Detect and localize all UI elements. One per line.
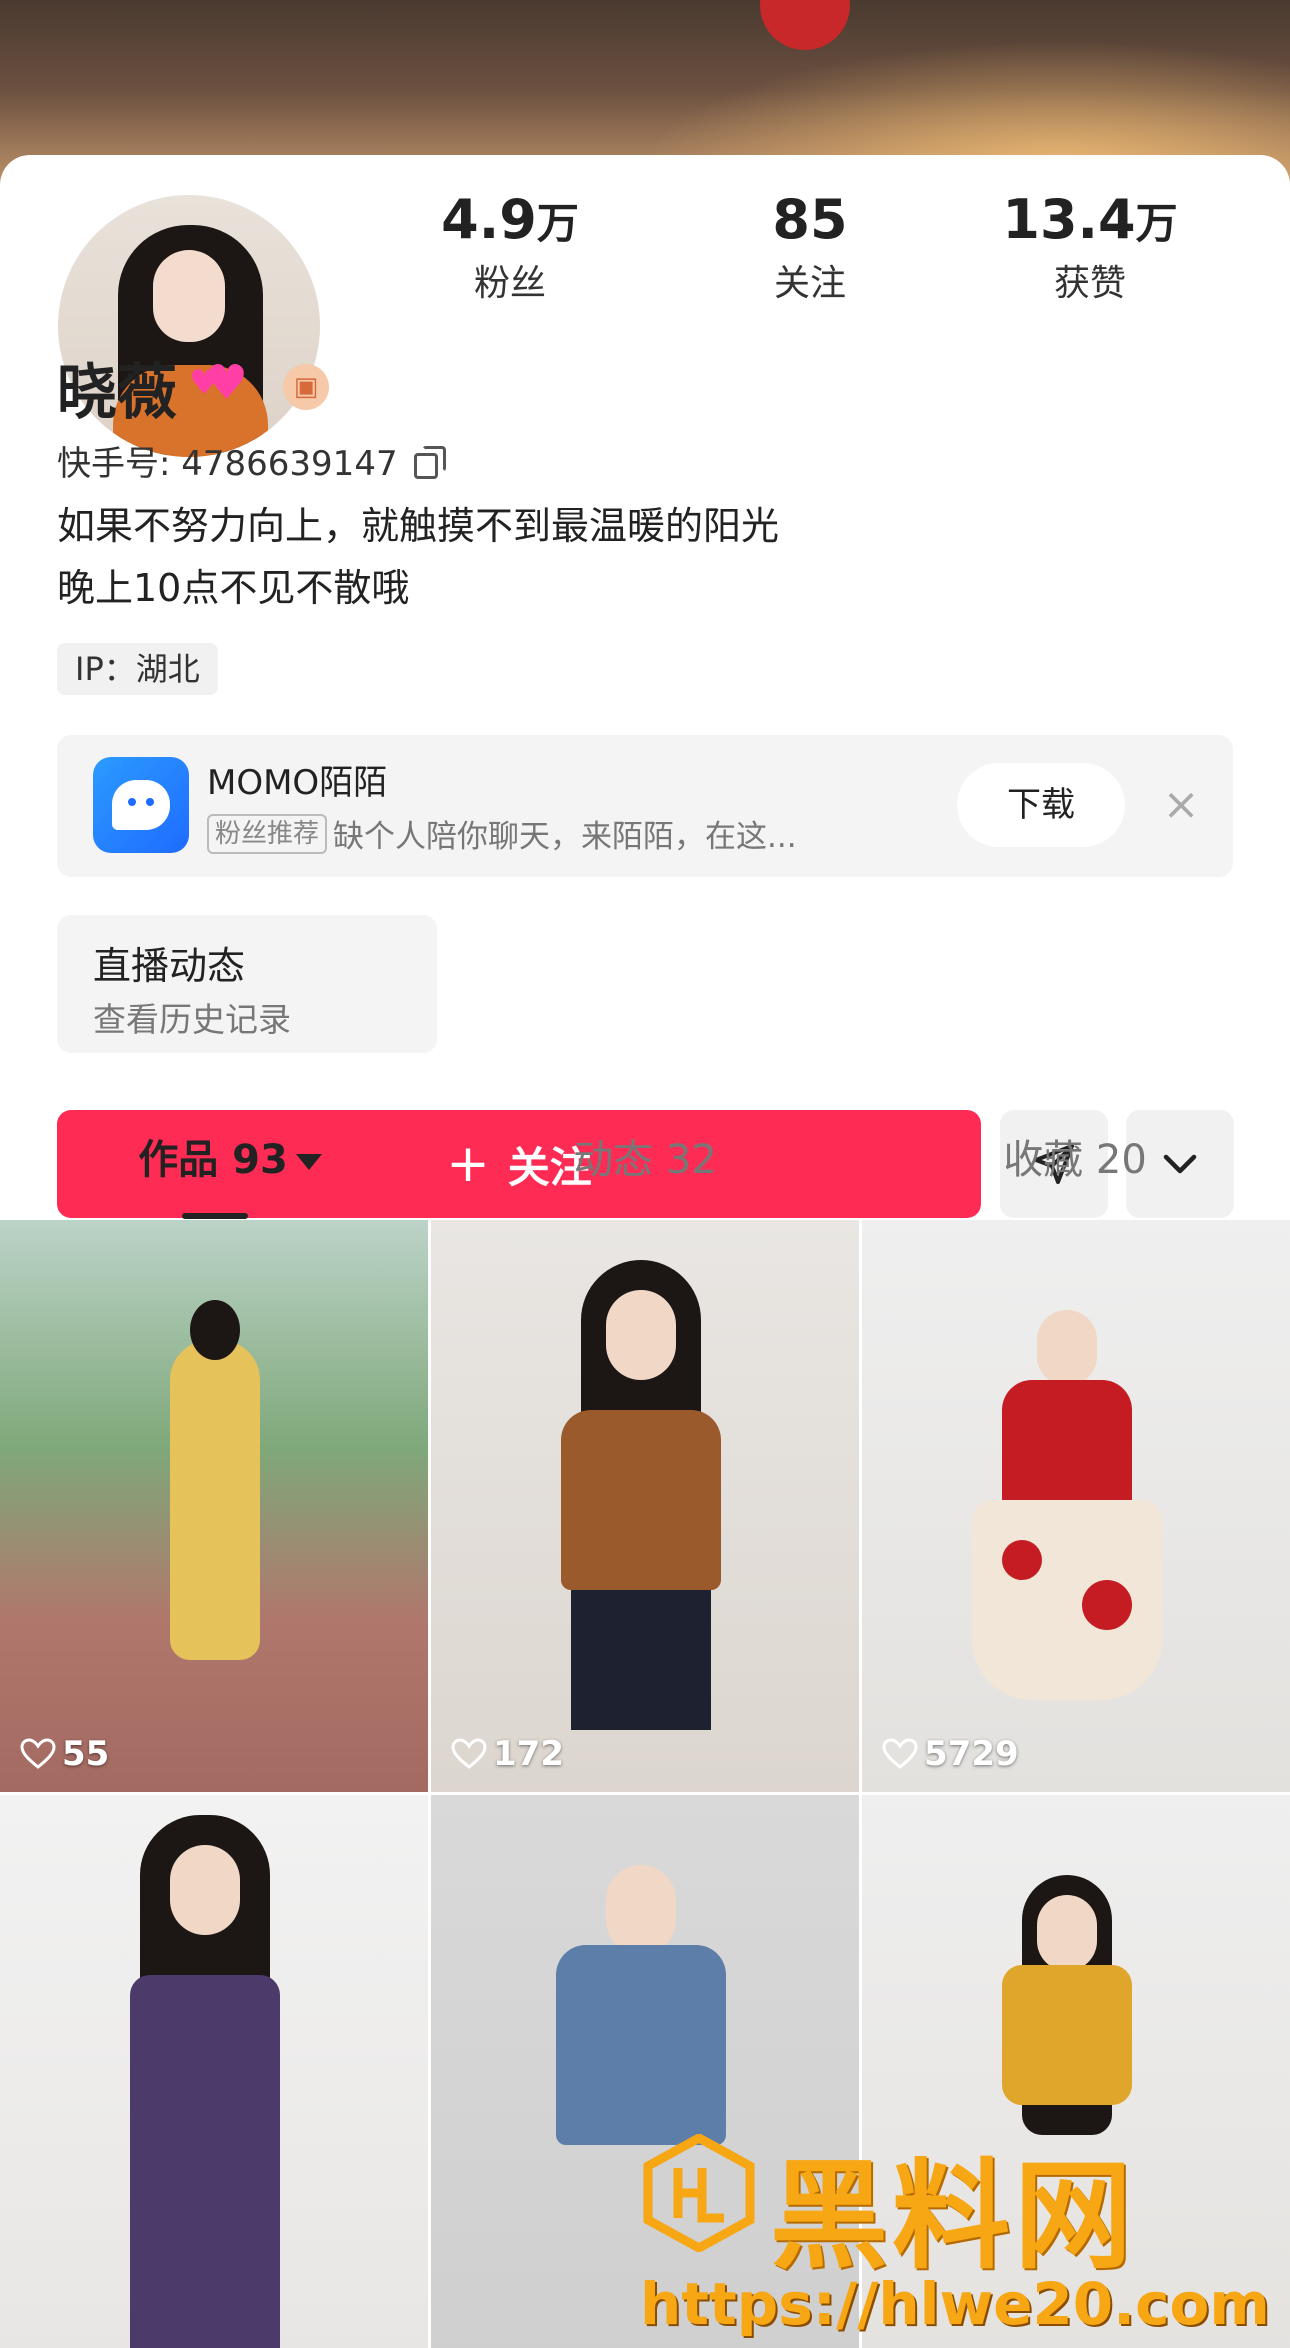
live-card-title: 直播动态 — [93, 944, 246, 988]
like-count: 55 — [20, 1734, 109, 1774]
video-thumbnail[interactable]: 172 — [431, 1220, 859, 1792]
stat-following[interactable]: 85 关注 — [700, 185, 920, 309]
like-count: 5729 — [882, 1734, 1019, 1774]
bio-line: 如果不努力向上，就触摸不到最温暖的阳光 — [57, 504, 780, 548]
watermark-brand: 黑料网 — [770, 2147, 1137, 2285]
stat-label: 获赞 — [1053, 263, 1126, 304]
copy-icon[interactable] — [412, 445, 446, 479]
video-thumbnail[interactable]: 55 — [0, 1220, 428, 1792]
ad-title: MOMO陌陌 — [207, 763, 388, 803]
stat-label: 关注 — [773, 263, 846, 304]
stat-value: 85 — [772, 188, 848, 251]
heart-emoji: ♥ ♥ — [189, 355, 249, 411]
ad-description-row: 粉丝推荐 缺个人陪你聊天，来陌陌，在这... — [207, 811, 797, 856]
live-card-subtitle: 查看历史记录 — [93, 1000, 291, 1039]
like-count: 172 — [451, 1734, 564, 1774]
content-tabs: 作品 93 动态 32 收藏 20 — [0, 1110, 1290, 1220]
stat-unit: 万 — [1135, 199, 1178, 248]
stat-fans[interactable]: 4.9万 粉丝 — [400, 185, 620, 309]
caret-down-icon — [295, 1154, 322, 1170]
momo-logo — [93, 757, 189, 853]
stat-unit: 万 — [536, 199, 579, 248]
ad-tag: 粉丝推荐 — [207, 813, 328, 854]
bio: 如果不努力向上，就触摸不到最温暖的阳光 晚上10点不见不散哦 — [57, 495, 779, 619]
tab-label: 收藏 20 — [1003, 1137, 1147, 1183]
live-history-card[interactable]: 直播动态 查看历史记录 — [57, 915, 437, 1053]
profile-name: 晓薇 — [57, 357, 177, 428]
heart-icon — [20, 1738, 56, 1769]
tab-moments[interactable]: 动态 32 — [515, 1110, 775, 1210]
download-button[interactable]: 下载 — [957, 763, 1125, 847]
watermark-url: https://hlwe20.com — [640, 2270, 1270, 2338]
tab-favorites[interactable]: 收藏 20 — [945, 1110, 1205, 1210]
watermark: 黑料网 https://hlwe20.com — [640, 2120, 1280, 2348]
heart-icon — [451, 1738, 487, 1769]
close-icon[interactable]: × — [1155, 779, 1207, 831]
bio-line: 晚上10点不见不散哦 — [57, 566, 410, 610]
tab-label: 动态 32 — [573, 1137, 717, 1183]
ip-location-tag: IP：湖北 — [57, 643, 218, 695]
video-thumbnail[interactable]: 5729 — [862, 1220, 1290, 1792]
stats-bar: 4.9万 粉丝 85 关注 13.4万 获赞 — [400, 185, 1260, 325]
tab-label: 作品 93 — [138, 1137, 288, 1183]
stat-label: 粉丝 — [473, 263, 546, 304]
level-badge[interactable]: ▣ — [283, 364, 329, 410]
heart-icon — [882, 1738, 918, 1769]
name-row: 晓薇 ♥ ♥ ▣ — [57, 347, 329, 428]
kuaishou-id: 快手号: 4786639147 — [57, 443, 398, 484]
stat-value: 13.4 — [1002, 188, 1136, 251]
stat-likes[interactable]: 13.4万 获赞 — [980, 185, 1200, 309]
tab-works[interactable]: 作品 93 — [100, 1110, 360, 1210]
ad-card[interactable]: MOMO陌陌 粉丝推荐 缺个人陪你聊天，来陌陌，在这... 下载 × — [57, 735, 1233, 877]
video-thumbnail[interactable] — [0, 1795, 428, 2348]
kuaishou-id-row: 快手号: 4786639147 — [57, 435, 446, 485]
watermark-logo — [643, 2134, 755, 2252]
active-tab-indicator — [182, 1213, 248, 1219]
stat-value: 4.9 — [441, 188, 537, 251]
ad-description: 缺个人陪你聊天，来陌陌，在这... — [333, 819, 797, 855]
